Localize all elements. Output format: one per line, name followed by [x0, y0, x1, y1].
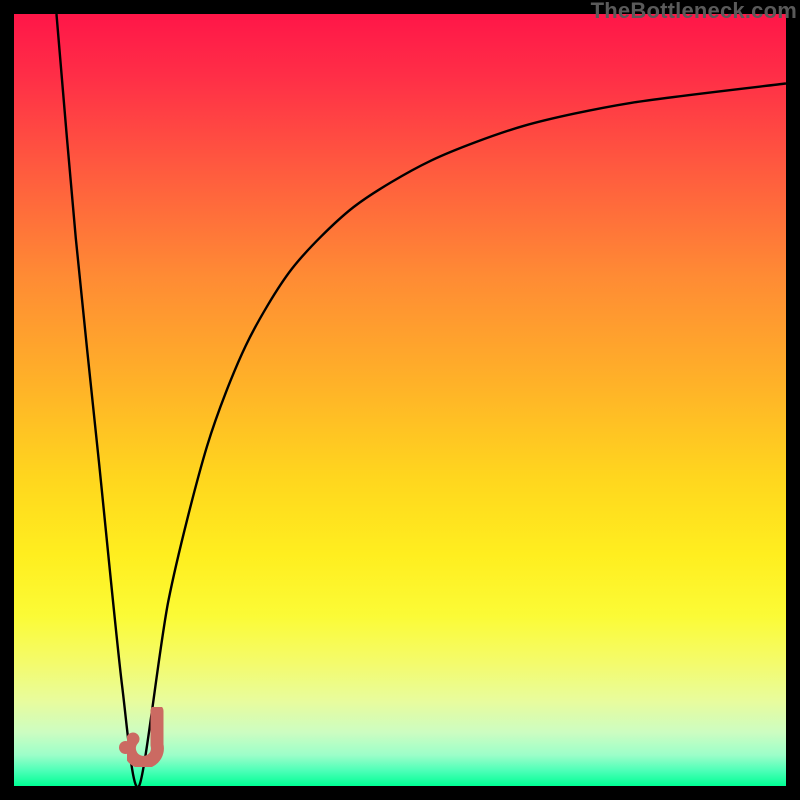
background-gradient — [14, 14, 786, 786]
attribution-label: TheBottleneck.com — [591, 0, 797, 24]
chart-frame — [14, 14, 786, 786]
plot-area — [14, 14, 786, 786]
